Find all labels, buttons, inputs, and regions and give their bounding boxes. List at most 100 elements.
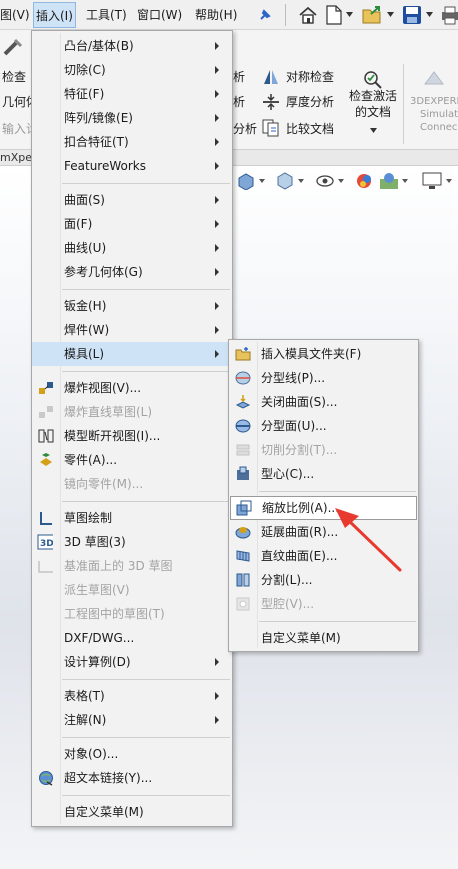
- menu-item-design-study[interactable]: 设计算例(D): [32, 650, 232, 674]
- experience-line3[interactable]: Connec: [420, 122, 457, 134]
- submenu-item-label: 分割(L)...: [261, 573, 313, 587]
- menu-item-label: 基准面上的 3D 草图: [64, 559, 173, 573]
- display-style-icon[interactable]: [276, 172, 294, 190]
- chevron-down-icon[interactable]: [346, 12, 353, 17]
- parting-surface-icon: [235, 419, 251, 433]
- submenu-item-parting-surface[interactable]: 分型面(U)...: [229, 414, 418, 438]
- menu-item-derived-sketch[interactable]: 派生草图(V): [32, 578, 232, 602]
- symmetry-check-button[interactable]: 对称检查: [286, 69, 334, 85]
- menu-item-3d-sketch-on-plane[interactable]: 基准面上的 3D 草图: [32, 554, 232, 578]
- menu-item-sketch-from-drawing[interactable]: 工程图中的草图(T): [32, 602, 232, 626]
- edit-appearance-icon[interactable]: [355, 171, 375, 191]
- menu-item-weldments[interactable]: 焊件(W): [32, 318, 232, 342]
- menu-item-label: 曲线(U): [64, 241, 107, 255]
- print-icon[interactable]: [440, 5, 458, 25]
- toolbar-divider: [285, 4, 286, 26]
- menu-item-object[interactable]: 对象(O)...: [32, 742, 232, 766]
- menu-item-label: 工程图中的草图(T): [64, 607, 165, 621]
- ribbon-divider: [403, 64, 404, 144]
- menu-insert[interactable]: 插入(I): [33, 2, 76, 28]
- experience-line2[interactable]: Simulati: [420, 109, 458, 121]
- thickness-analysis-button[interactable]: 厚度分析: [286, 94, 334, 110]
- menu-item-features[interactable]: 特征(F): [32, 82, 232, 106]
- view-orientation-icon[interactable]: [237, 172, 255, 190]
- submenu-arrow-icon: [215, 138, 219, 146]
- menu-item-cut[interactable]: 切除(C): [32, 58, 232, 82]
- menu-item-fastening-feature[interactable]: 扣合特征(T): [32, 130, 232, 154]
- menu-item-label: 切除(C): [64, 63, 106, 77]
- menu-item-sketch[interactable]: 草图绘制: [32, 506, 232, 530]
- submenu-item-insert-tooling-split-folder[interactable]: 插入模具文件夹(F): [229, 342, 418, 366]
- submenu-item-parting-line[interactable]: 分型线(P)...: [229, 366, 418, 390]
- pin-icon[interactable]: [258, 8, 272, 22]
- chevron-down-icon[interactable]: [338, 179, 344, 183]
- analysis-partial-1[interactable]: 析: [233, 69, 245, 85]
- menu-item-featureworks[interactable]: FeatureWorks: [32, 154, 232, 178]
- menu-item-curve[interactable]: 曲线(U): [32, 236, 232, 260]
- menu-item-exploded-view[interactable]: 爆炸视图(V)...: [32, 376, 232, 400]
- menu-help[interactable]: 帮助(H): [195, 7, 237, 23]
- menu-item-molds[interactable]: 模具(L): [32, 342, 232, 366]
- menu-item-face[interactable]: 面(F): [32, 212, 232, 236]
- menu-item-dxf-dwg[interactable]: DXF/DWG...: [32, 626, 232, 650]
- submenu-item-customize-menu[interactable]: 自定义菜单(M): [229, 626, 418, 650]
- experience-line1[interactable]: 3DEXPERI: [410, 96, 458, 108]
- submenu-arrow-icon: [215, 42, 219, 50]
- menu-item-label: 凸台/基体(B): [64, 39, 134, 53]
- core-icon: [237, 466, 249, 480]
- hide-show-items-icon[interactable]: [316, 173, 334, 189]
- analysis-partial-3[interactable]: 分析: [233, 121, 257, 137]
- menu-item-surface[interactable]: 曲面(S): [32, 188, 232, 212]
- menu-item-hyperlink[interactable]: 超文本链接(Y)...: [32, 766, 232, 790]
- menu-item-reference-geometry[interactable]: 参考几何体(G): [32, 260, 232, 284]
- compare-documents-icon: [262, 119, 279, 137]
- menu-item-mirror-part[interactable]: 镜向零件(M)...: [32, 472, 232, 496]
- chevron-down-icon[interactable]: [387, 12, 394, 17]
- menu-item-label: 自定义菜单(M): [64, 805, 144, 819]
- chevron-down-icon[interactable]: [426, 12, 433, 17]
- submenu-item-core[interactable]: 型心(C)...: [229, 462, 418, 486]
- menu-item-model-break-view[interactable]: 模型断开视图(I)...: [32, 424, 232, 448]
- submenu-item-label: 自定义菜单(M): [261, 631, 341, 645]
- menu-item-explode-line-sketch[interactable]: 爆炸直线草图(L): [32, 400, 232, 424]
- menu-item-label: 钣金(H): [64, 299, 107, 313]
- menu-window[interactable]: 窗口(W): [137, 7, 182, 23]
- chevron-down-icon[interactable]: [259, 179, 265, 183]
- menu-view[interactable]: 图(V): [0, 7, 30, 23]
- menu-item-label: 对象(O)...: [64, 747, 119, 761]
- menu-item-customize-menu[interactable]: 自定义菜单(M): [32, 800, 232, 824]
- menu-item-sheet-metal[interactable]: 钣金(H): [32, 294, 232, 318]
- check-active-document-line2[interactable]: 的文档: [355, 104, 391, 120]
- apply-scene-icon[interactable]: [378, 171, 400, 191]
- menu-item-label: 注解(N): [64, 713, 107, 727]
- analysis-partial-2[interactable]: 析: [233, 94, 245, 110]
- menu-item-3d-sketch[interactable]: 3D 3D 草图(3): [32, 530, 232, 554]
- submenu-item-tooling-split[interactable]: 切削分割(T)...: [229, 438, 418, 462]
- menu-item-label: 派生草图(V): [64, 583, 130, 597]
- menu-tools[interactable]: 工具(T): [86, 7, 127, 23]
- check-active-document-line1[interactable]: 检查激活: [349, 88, 397, 104]
- menu-item-tables[interactable]: 表格(T): [32, 684, 232, 708]
- view-settings-icon[interactable]: [422, 172, 442, 190]
- menu-separator: [62, 737, 230, 738]
- save-icon[interactable]: [402, 5, 422, 25]
- compare-documents-button[interactable]: 比较文档: [286, 121, 334, 137]
- cavity-icon: [236, 597, 250, 611]
- submenu-item-cavity[interactable]: 型腔(V)...: [229, 592, 418, 616]
- new-document-icon[interactable]: [325, 5, 343, 25]
- home-icon[interactable]: [298, 5, 318, 25]
- inspect-icon[interactable]: [2, 37, 24, 57]
- check-button[interactable]: 检查: [2, 69, 26, 85]
- submenu-item-shut-off-surfaces[interactable]: 关闭曲面(S)...: [229, 390, 418, 414]
- menu-item-part[interactable]: 零件(A)...: [32, 448, 232, 472]
- chevron-down-icon[interactable]: [402, 179, 408, 183]
- open-folder-icon[interactable]: [362, 5, 384, 25]
- chevron-down-icon[interactable]: [370, 128, 377, 133]
- menu-bar: 图(V) 插入(I) 工具(T) 窗口(W) 帮助(H): [0, 0, 458, 30]
- chevron-down-icon[interactable]: [446, 179, 452, 183]
- menu-item-boss-base[interactable]: 凸台/基体(B): [32, 34, 232, 58]
- menu-item-annotations[interactable]: 注解(N): [32, 708, 232, 732]
- sketch-icon: [40, 512, 52, 525]
- menu-item-pattern-mirror[interactable]: 阵列/镜像(E): [32, 106, 232, 130]
- chevron-down-icon[interactable]: [298, 179, 304, 183]
